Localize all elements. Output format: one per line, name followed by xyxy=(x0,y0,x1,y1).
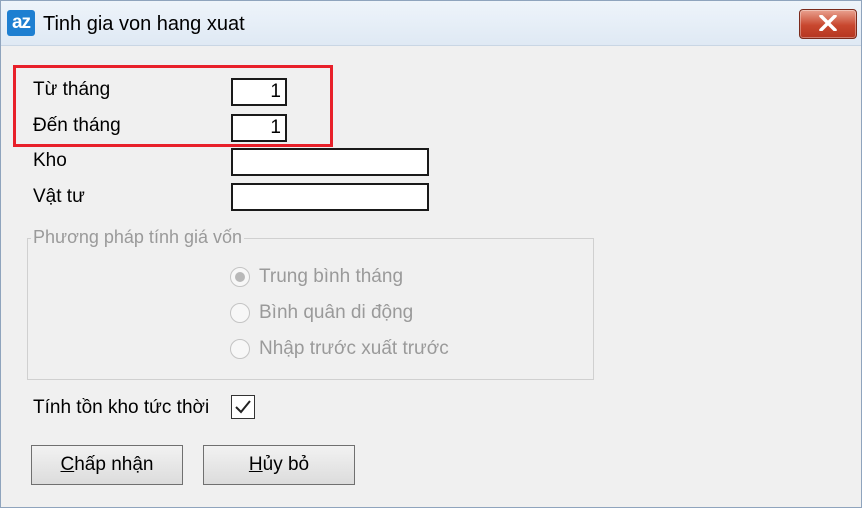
material-label: Vật tư xyxy=(33,186,85,207)
title-bar: az Tinh gia von hang xuat xyxy=(1,1,861,46)
cancel-button-accesskey: H xyxy=(248,454,263,475)
warehouse-input[interactable] xyxy=(231,148,429,176)
radio-monthly-average[interactable] xyxy=(230,267,250,287)
accept-button-label: hấp nhận xyxy=(74,454,154,475)
accept-button-accesskey: C xyxy=(60,454,75,475)
window-title: Tinh gia von hang xuat xyxy=(43,13,245,35)
radio-selected-dot xyxy=(235,272,245,282)
from-month-label: Từ tháng xyxy=(33,79,111,100)
radio-moving-average-label: Bình quân di động xyxy=(259,302,414,323)
to-month-label: Đến tháng xyxy=(33,115,121,136)
radio-fifo-label: Nhập trước xuất trước xyxy=(259,338,449,359)
method-group-legend: Phương pháp tính giá vốn xyxy=(31,227,245,248)
material-input[interactable] xyxy=(231,183,429,211)
from-month-input[interactable]: 1 xyxy=(231,78,287,106)
dialog-window: az Tinh gia von hang xuat Từ tháng 1 Đến… xyxy=(0,0,862,508)
accept-button[interactable]: Chấp nhận xyxy=(31,445,183,485)
to-month-input[interactable]: 1 xyxy=(231,114,287,142)
realtime-stock-checkbox[interactable] xyxy=(231,395,255,419)
close-icon xyxy=(819,15,837,31)
close-button[interactable] xyxy=(799,9,857,39)
checkmark-icon xyxy=(235,400,251,414)
app-icon: az xyxy=(7,10,35,36)
radio-moving-average[interactable] xyxy=(230,303,250,323)
realtime-stock-label: Tính tồn kho tức thời xyxy=(33,397,210,418)
warehouse-label: Kho xyxy=(33,150,67,171)
cancel-button-label: ủy bỏ xyxy=(262,454,310,475)
radio-fifo[interactable] xyxy=(230,339,250,359)
cancel-button[interactable]: Hủy bỏ xyxy=(203,445,355,485)
radio-monthly-average-label: Trung bình tháng xyxy=(259,266,404,287)
